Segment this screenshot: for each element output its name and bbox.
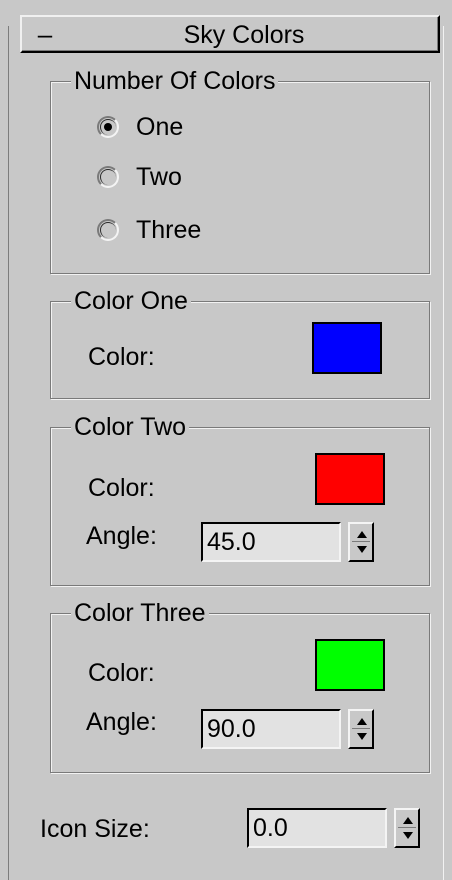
up-down-arrows-icon[interactable] bbox=[348, 522, 374, 562]
color-three-angle-input[interactable]: 90.0 bbox=[201, 709, 341, 749]
color-three-swatch[interactable] bbox=[315, 639, 385, 691]
sky-colors-rollout-header[interactable]: – Sky Colors bbox=[20, 15, 440, 53]
radio-option-three[interactable]: Three bbox=[97, 213, 201, 247]
up-down-arrows-icon[interactable] bbox=[348, 709, 374, 749]
icon-size-label: Icon Size: bbox=[40, 815, 150, 843]
color-one-group: Color One Color: bbox=[50, 284, 430, 399]
color-two-angle-input[interactable]: 45.0 bbox=[201, 522, 341, 562]
color-two-swatch[interactable] bbox=[315, 453, 385, 505]
radio-label-one: One bbox=[136, 113, 184, 141]
color-two-label: Color: bbox=[88, 474, 155, 502]
radio-button-icon[interactable] bbox=[97, 116, 119, 138]
angle-label: Angle: bbox=[86, 522, 157, 550]
color-one-swatch[interactable] bbox=[312, 322, 382, 374]
radio-label-three: Three bbox=[136, 216, 202, 244]
radio-option-one[interactable]: One bbox=[97, 110, 183, 144]
color-one-label: Color: bbox=[88, 343, 155, 371]
rollout-title: Sky Colors bbox=[183, 21, 305, 49]
icon-size-input[interactable]: 0.0 bbox=[247, 808, 387, 848]
group-title: Color Two bbox=[71, 410, 190, 444]
color-three-group: Color Three Color: Angle: 90.0 bbox=[50, 596, 430, 773]
radio-option-two[interactable]: Two bbox=[97, 160, 182, 194]
radio-button-icon[interactable] bbox=[97, 166, 119, 188]
group-title: Number Of Colors bbox=[71, 64, 279, 98]
number-of-colors-group: Number Of Colors One Two Three bbox=[50, 64, 430, 274]
color-three-label: Color: bbox=[88, 659, 155, 687]
up-down-arrows-icon[interactable] bbox=[394, 808, 420, 848]
radio-label-two: Two bbox=[136, 163, 182, 191]
angle-label: Angle: bbox=[86, 708, 157, 736]
group-title: Color Three bbox=[71, 596, 209, 630]
group-title: Color One bbox=[71, 284, 191, 318]
radio-button-icon[interactable] bbox=[97, 219, 119, 241]
color-two-group: Color Two Color: Angle: 45.0 bbox=[50, 410, 430, 586]
